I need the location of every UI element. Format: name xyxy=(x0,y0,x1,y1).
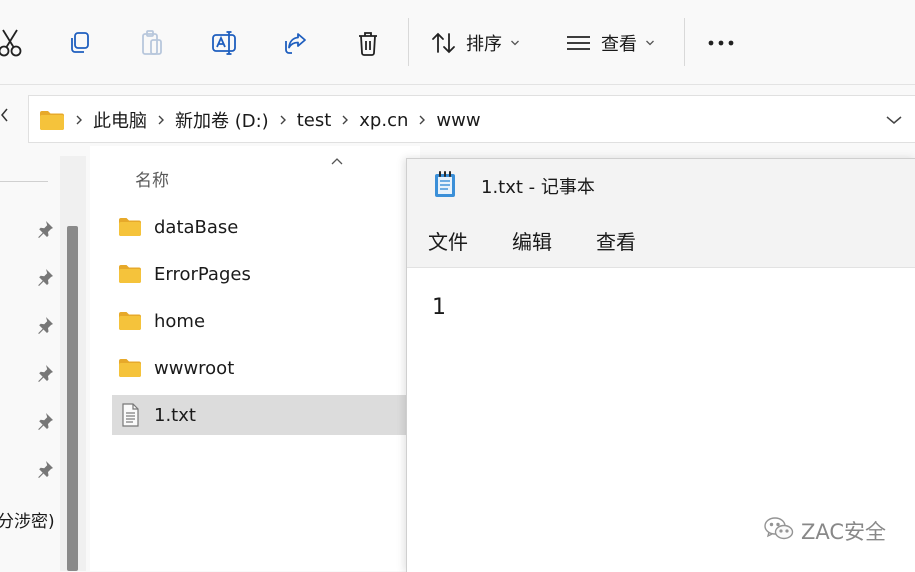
chevron-down-icon xyxy=(645,39,655,47)
file-name: wwwroot xyxy=(154,357,235,379)
notepad-title-bar[interactable]: 1.txt - 记事本 xyxy=(407,159,915,209)
share-button[interactable] xyxy=(276,23,316,63)
sort-button[interactable]: 排序 xyxy=(430,23,520,63)
file-name: home xyxy=(154,310,206,332)
breadcrumb-item[interactable]: test xyxy=(297,110,332,131)
cut-button[interactable] xyxy=(0,23,30,63)
folder-icon xyxy=(118,309,142,333)
pin-icon[interactable] xyxy=(36,316,54,338)
copy-button[interactable] xyxy=(60,23,100,63)
copy-icon xyxy=(67,30,93,56)
chevron-left-icon[interactable] xyxy=(0,106,10,128)
menu-file[interactable]: 文件 xyxy=(428,226,468,255)
sort-ascending-icon xyxy=(330,152,344,171)
pin-icon[interactable] xyxy=(36,220,54,242)
sort-icon xyxy=(430,29,458,57)
trash-icon xyxy=(355,29,381,57)
command-bar: 排序 查看 xyxy=(0,0,915,85)
file-name: ErrorPages xyxy=(154,263,251,285)
menu-edit[interactable]: 编辑 xyxy=(512,226,552,255)
breadcrumb-item[interactable]: www xyxy=(436,110,480,131)
file-name: dataBase xyxy=(154,216,239,238)
breadcrumb-item[interactable]: xp.cn xyxy=(359,110,408,131)
address-bar[interactable]: 此电脑 新加卷 (D:) test xp.cn www xyxy=(28,95,915,143)
pin-icon[interactable] xyxy=(36,268,54,290)
toolbar-divider xyxy=(684,18,685,66)
folder-icon xyxy=(39,109,65,131)
file-name: 1.txt xyxy=(154,404,196,426)
notepad-app-icon xyxy=(433,170,457,202)
delete-button[interactable] xyxy=(348,23,388,63)
chevron-right-icon xyxy=(279,114,287,126)
folder-icon xyxy=(118,215,142,239)
view-list-icon xyxy=(565,33,593,53)
notepad-text-area[interactable]: 1 xyxy=(432,295,446,320)
notepad-menu-bar: 文件 编辑 查看 xyxy=(407,209,915,268)
nav-divider xyxy=(0,181,48,182)
pin-icon[interactable] xyxy=(36,364,54,386)
pin-icon[interactable] xyxy=(36,460,54,482)
notepad-window: 1.txt - 记事本 文件 编辑 查看 1 xyxy=(406,158,915,572)
list-item[interactable]: wwwroot xyxy=(112,348,432,388)
rename-icon xyxy=(210,29,238,57)
list-item[interactable]: home xyxy=(112,301,432,341)
view-button[interactable]: 查看 xyxy=(565,23,655,63)
watermark: ZAC安全 xyxy=(763,516,886,546)
menu-view[interactable]: 查看 xyxy=(596,226,636,255)
paste-button[interactable] xyxy=(132,23,172,63)
nav-item-label[interactable]: 分涉密) xyxy=(0,507,55,532)
rename-button[interactable] xyxy=(204,23,244,63)
notepad-title: 1.txt - 记事本 xyxy=(481,177,595,198)
view-label: 查看 xyxy=(601,34,637,55)
list-item[interactable]: ErrorPages xyxy=(112,254,432,294)
toolbar-divider xyxy=(408,18,409,66)
text-file-icon xyxy=(118,403,142,427)
more-dots-icon xyxy=(707,39,735,47)
file-list: 名称 dataBase ErrorPages home wwwroot 1.tx… xyxy=(90,146,432,571)
list-item-selected[interactable]: 1.txt xyxy=(112,395,432,435)
folder-icon xyxy=(118,262,142,286)
chevron-right-icon xyxy=(75,114,83,126)
chevron-down-icon xyxy=(510,39,520,47)
breadcrumb: 此电脑 新加卷 (D:) test xp.cn www xyxy=(39,96,481,144)
pin-icon[interactable] xyxy=(36,412,54,434)
share-icon xyxy=(282,29,310,57)
nav-scrollbar-thumb[interactable] xyxy=(67,226,78,571)
folder-icon xyxy=(118,356,142,380)
breadcrumb-item[interactable]: 此电脑 xyxy=(93,107,147,133)
breadcrumb-item[interactable]: 新加卷 (D:) xyxy=(175,107,269,133)
wechat-icon xyxy=(763,516,795,546)
more-options-button[interactable] xyxy=(700,23,742,63)
scissors-icon xyxy=(0,26,27,60)
clipboard-icon xyxy=(139,29,165,57)
list-item[interactable]: dataBase xyxy=(112,207,432,247)
chevron-right-icon xyxy=(418,114,426,126)
chevron-right-icon xyxy=(341,114,349,126)
chevron-down-icon[interactable] xyxy=(885,111,903,130)
navigation-pane: 分涉密) xyxy=(0,146,90,571)
watermark-text: ZAC安全 xyxy=(801,520,887,544)
chevron-right-icon xyxy=(157,114,165,126)
column-header-name[interactable]: 名称 xyxy=(135,166,169,191)
sort-label: 排序 xyxy=(466,34,502,55)
